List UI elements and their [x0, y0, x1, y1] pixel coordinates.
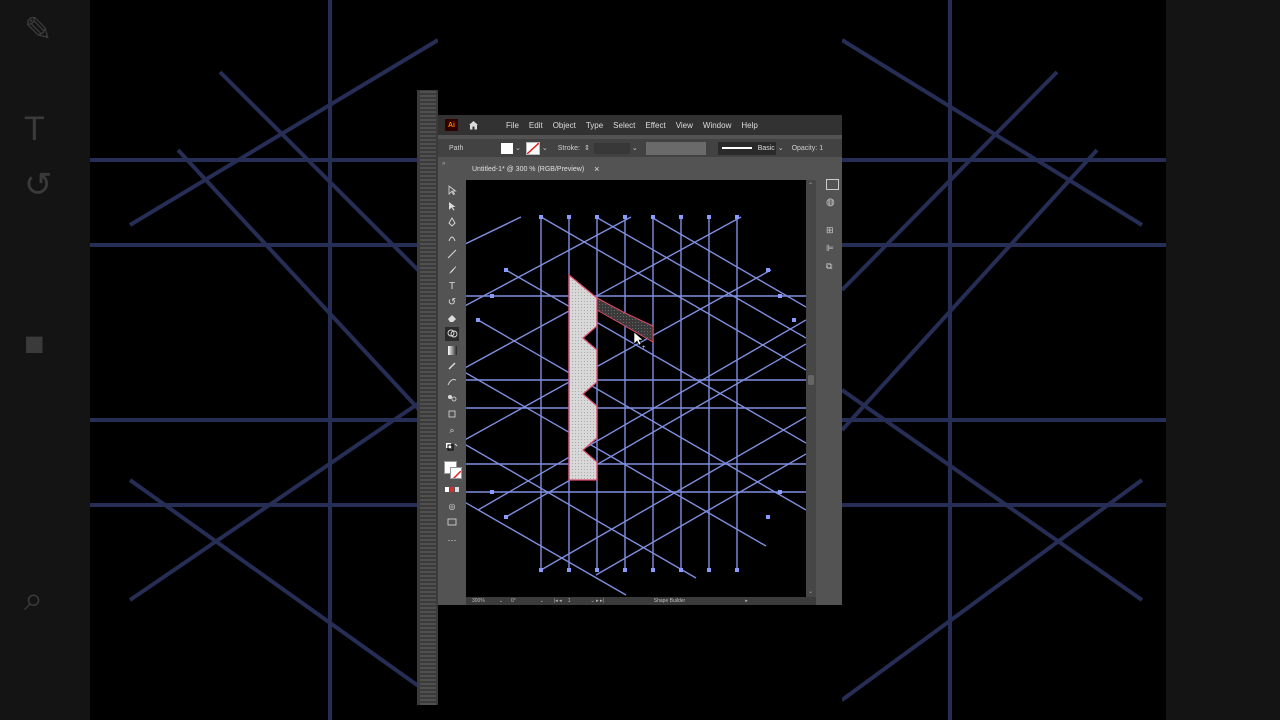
rotation-dropdown-icon[interactable]: ⌄: [540, 598, 544, 604]
color-mode-icons[interactable]: [445, 483, 459, 497]
built-shape-selected[interactable]: [568, 273, 598, 481]
guide-line-grid: [466, 216, 806, 596]
opacity-label: Opacity:: [791, 144, 818, 152]
brush-dropdown-icon[interactable]: ⌄: [778, 144, 784, 152]
zoom-level[interactable]: 300%: [472, 598, 485, 604]
eyedropper-tool-icon[interactable]: [445, 359, 459, 373]
gradient-tool-icon[interactable]: [445, 343, 459, 357]
menu-object[interactable]: Object: [553, 121, 576, 130]
direct-selection-tool-icon[interactable]: [445, 199, 459, 213]
menu-edit[interactable]: Edit: [529, 121, 543, 130]
stroke-swatch[interactable]: [525, 141, 540, 155]
eraser-tool-icon[interactable]: [445, 311, 459, 325]
artboard-nav-next-icon[interactable]: ⌄ ▸ ▸|: [590, 598, 603, 604]
artboard-canvas[interactable]: +: [466, 180, 806, 597]
background-panel-ghost: [1166, 0, 1280, 720]
background-window-edge: [417, 90, 438, 705]
edit-toolbar-icon[interactable]: ⋯: [445, 533, 459, 547]
symbol-sprayer-tool-icon[interactable]: [445, 391, 459, 405]
brush-stroke-preview: [721, 147, 752, 149]
paintbrush-tool-icon[interactable]: [445, 263, 459, 277]
menu-select[interactable]: Select: [613, 121, 635, 130]
zoom-dropdown-icon[interactable]: ⌄: [499, 598, 503, 604]
gradient-swatch: [447, 345, 457, 355]
scroll-thumb[interactable]: [808, 375, 814, 385]
home-icon[interactable]: [466, 118, 480, 132]
stroke-indicator[interactable]: [450, 467, 462, 479]
brush-definition[interactable]: Basic: [717, 141, 776, 155]
type-tool-icon[interactable]: T: [445, 279, 459, 293]
screen-mode-icon[interactable]: [445, 515, 459, 529]
fill-swatch[interactable]: [501, 142, 513, 154]
default-fill-stroke-icon[interactable]: [445, 441, 459, 455]
toolbar-collapse-icon[interactable]: »: [442, 161, 445, 167]
current-tool-name: Shape Builder: [653, 598, 686, 604]
shape-builder-tool-icon[interactable]: [445, 327, 459, 341]
artboard-nav-prev-icon[interactable]: |◂ ◂: [554, 598, 562, 604]
guide-anchor-points: [476, 215, 796, 572]
fill-dropdown-icon[interactable]: ⌄: [515, 144, 521, 152]
fill-stroke-indicator[interactable]: [444, 461, 462, 479]
stroke-weight-dropdown-icon[interactable]: ⌄: [632, 144, 638, 152]
svg-text:+: +: [642, 345, 646, 351]
stroke-weight-input[interactable]: [593, 142, 630, 154]
right-panel-dock: ◍ ⊞ ⊫ ⧉: [822, 175, 842, 355]
document-tab-bar: Untitled-1* @ 300 % (RGB/Preview) ×: [468, 161, 812, 177]
properties-panel-icon[interactable]: [826, 179, 839, 190]
pathfinder-panel-icon[interactable]: ⧉: [826, 261, 832, 272]
tools-panel: T ↺ ⌕ ◎ ⋯: [442, 181, 462, 601]
background-window-edge-pattern: [420, 90, 436, 705]
artboard-number[interactable]: 1: [568, 598, 571, 604]
menu-file[interactable]: File: [506, 121, 519, 130]
rotation-value[interactable]: 0°: [511, 598, 516, 604]
illustrator-window: Ai File Edit Object Type Select Effect V…: [438, 115, 842, 605]
selection-tool-icon[interactable]: [445, 183, 459, 197]
pen-tool-icon[interactable]: [445, 215, 459, 229]
artwork[interactable]: +: [466, 180, 806, 597]
menu-type[interactable]: Type: [586, 121, 603, 130]
stroke-label: Stroke:: [557, 144, 580, 152]
menu-bar: Ai File Edit Object Type Select Effect V…: [438, 115, 842, 135]
line-tool-icon[interactable]: [445, 247, 459, 261]
align-panel-icon[interactable]: ⊫: [826, 243, 834, 254]
artboard-tool-icon[interactable]: [445, 407, 459, 421]
scroll-up-icon[interactable]: ⌃: [808, 182, 813, 189]
none-stroke-icon: [452, 470, 461, 478]
transform-panel-icon[interactable]: ⊞: [826, 225, 834, 236]
stroke-dropdown-icon[interactable]: ⌄: [542, 144, 548, 152]
vertical-scrollbar[interactable]: ⌃ ⌄: [806, 180, 816, 597]
brush-label: Basic: [757, 144, 775, 152]
status-bar: 300% ⌄ 0° ⌄ |◂ ◂ 1 ⌄ ▸ ▸| Shape Builder …: [466, 597, 816, 605]
zoom-tool-icon[interactable]: ⌕: [445, 423, 459, 437]
blend-tool-icon[interactable]: [445, 375, 459, 389]
stroke-weight-stepper[interactable]: ⇕: [584, 144, 590, 152]
variable-width-profile[interactable]: [645, 141, 706, 155]
document-tab-close-icon[interactable]: ×: [594, 164, 599, 174]
document-tab-title[interactable]: Untitled-1* @ 300 % (RGB/Preview): [472, 166, 584, 173]
menu-help[interactable]: Help: [741, 121, 757, 130]
background-grid-left: [90, 0, 438, 720]
menu-view[interactable]: View: [676, 121, 693, 130]
rotate-tool-icon[interactable]: ↺: [445, 295, 459, 309]
app-logo: Ai: [445, 119, 458, 131]
draw-mode-icon[interactable]: ◎: [445, 499, 459, 513]
scroll-down-icon[interactable]: ⌄: [808, 588, 813, 595]
menu-effect[interactable]: Effect: [645, 121, 665, 130]
appearance-panel-icon[interactable]: ◍: [826, 197, 835, 208]
background-left: ✎ T ↺ ■ ⌕: [0, 0, 438, 720]
control-bar: Path ⌄ ⌄ Stroke: ⇕ ⌄ Basic ⌄ Opacity: 1: [438, 139, 842, 157]
status-menu-icon[interactable]: ▸: [745, 598, 748, 604]
no-stroke-icon: [526, 142, 539, 154]
selection-type-label: Path: [449, 144, 464, 152]
background-right: [842, 0, 1280, 720]
opacity-value[interactable]: 1: [819, 145, 823, 152]
curvature-tool-icon[interactable]: [445, 231, 459, 245]
menu-window[interactable]: Window: [703, 121, 731, 130]
